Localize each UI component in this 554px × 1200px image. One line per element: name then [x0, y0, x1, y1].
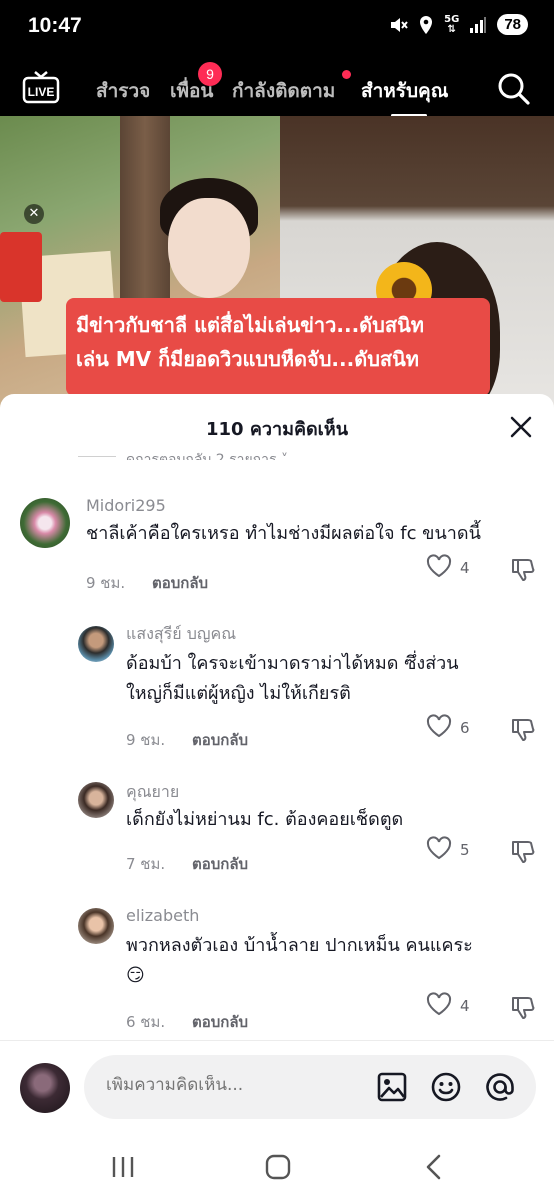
avatar[interactable] — [20, 498, 70, 548]
comment-text: เด็กยังไม่หย่านม fc. ต้องคอยเช็ดตูด — [126, 809, 404, 830]
avatar[interactable] — [78, 782, 114, 818]
comment-text: ใหญ่ก็มีแต่ผู้หญิง ไม่ให้เกียรติ — [126, 683, 351, 704]
heart-icon — [426, 714, 452, 742]
like-count: 4 — [460, 559, 470, 577]
dislike-icon[interactable] — [510, 994, 536, 1024]
heart-icon — [426, 992, 452, 1020]
emoji-icon[interactable] — [430, 1071, 462, 1107]
caption-line: เล่น MV ก็มียอดวิวแบบหืดจับ...ดับสนิท — [76, 347, 419, 371]
comment-time: 6 ชม. — [126, 1013, 166, 1031]
battery-indicator: 78 — [497, 14, 528, 35]
comment-username[interactable]: elizabeth — [126, 906, 199, 925]
heart-icon — [426, 554, 452, 582]
like-count: 5 — [460, 841, 470, 859]
image-icon[interactable] — [376, 1071, 408, 1107]
view-replies-link[interactable]: ดูการตอบกลับ 2 รายการ ˅ — [126, 446, 288, 460]
svg-text:LIVE: LIVE — [28, 85, 55, 99]
video-preview[interactable]: ✕ มีข่าวกับชาลี แต่สื่อไม่เล่นข่าว...ดับ… — [0, 116, 554, 416]
close-icon[interactable]: ✕ — [24, 204, 44, 224]
system-nav-bar — [0, 1136, 554, 1200]
comment-text: 😏 — [126, 965, 145, 986]
close-icon[interactable] — [510, 416, 532, 442]
like-button[interactable]: 5 — [426, 836, 470, 864]
like-count: 6 — [460, 719, 470, 737]
comment-input-bar — [0, 1040, 554, 1136]
tab-explore[interactable]: สำรวจ — [96, 76, 150, 106]
home-icon[interactable] — [264, 1154, 292, 1184]
heart-icon — [426, 836, 452, 864]
video-caption: มีข่าวกับชาลี แต่สื่อไม่เล่นข่าว...ดับสน… — [66, 298, 490, 396]
comment-username[interactable]: แสงสุรีย์ บญคณ — [126, 622, 236, 647]
tab-for-you[interactable]: สำหรับคุณ — [361, 76, 448, 106]
comments-count-title: 110 ความคิดเห็น — [205, 419, 348, 440]
dislike-icon[interactable] — [510, 556, 536, 586]
status-bar: 10:47 5G ⇅ 78 — [0, 0, 554, 58]
avatar[interactable] — [78, 908, 114, 944]
back-icon[interactable] — [424, 1154, 444, 1184]
comment-input[interactable] — [84, 1055, 536, 1119]
video-gift — [0, 232, 42, 302]
live-icon[interactable]: LIVE — [22, 70, 60, 104]
following-dot — [342, 70, 351, 79]
comment-time: 7 ชม. — [126, 855, 166, 873]
comment-input-field[interactable] — [106, 1075, 376, 1095]
reply-button[interactable]: ตอบกลับ — [192, 852, 248, 876]
reply-button[interactable]: ตอบกลับ — [152, 571, 208, 595]
recent-apps-icon[interactable] — [110, 1154, 136, 1184]
like-button[interactable]: 4 — [426, 554, 470, 582]
like-button[interactable]: 4 — [426, 992, 470, 1020]
like-count: 4 — [460, 997, 470, 1015]
reply-button[interactable]: ตอบกลับ — [192, 728, 248, 752]
comment-time: 9 ชม. — [86, 574, 126, 592]
top-nav: LIVE สำรวจ เพื่อน 9 กำลังติดตาม สำหรับคุ… — [0, 58, 554, 118]
at-icon[interactable] — [484, 1071, 516, 1107]
video-face — [168, 198, 250, 298]
friends-badge: 9 — [198, 62, 222, 86]
search-icon[interactable] — [497, 72, 531, 110]
avatar[interactable] — [20, 1063, 70, 1113]
comment-username[interactable]: Midori295 — [86, 496, 166, 515]
dislike-icon[interactable] — [510, 838, 536, 868]
avatar[interactable] — [78, 626, 114, 662]
tab-following[interactable]: กำลังติดตาม — [232, 76, 335, 106]
comments-header: 110 ความคิดเห็น — [0, 394, 554, 454]
status-icons: 5G ⇅ 78 — [388, 14, 528, 35]
comment-text: พวกหลงตัวเอง บ้าน้ำลาย ปากเหม็น คนแคระ — [126, 935, 473, 956]
comment-time: 9 ชม. — [126, 731, 166, 749]
like-button[interactable]: 6 — [426, 714, 470, 742]
mute-icon — [388, 15, 408, 35]
comment-username[interactable]: คุณยาย — [126, 780, 179, 805]
caption-line: มีข่าวกับชาลี แต่สื่อไม่เล่นข่าว...ดับสน… — [76, 313, 424, 337]
dislike-icon[interactable] — [510, 716, 536, 746]
replies-divider — [78, 456, 116, 457]
signal-icon — [469, 16, 487, 34]
comment-text: ชาลีเค้าคือใครเหรอ ทำไมช่างมีผลต่อใจ fc … — [86, 523, 481, 544]
reply-button[interactable]: ตอบกลับ — [192, 1010, 248, 1034]
comment-text: ด้อมบ้า ใครจะเข้ามาดราม่าได้หมด ซึ่งส่วน — [126, 653, 459, 674]
status-time: 10:47 — [28, 14, 82, 37]
location-icon — [418, 15, 434, 35]
network-type: 5G ⇅ — [444, 13, 460, 35]
